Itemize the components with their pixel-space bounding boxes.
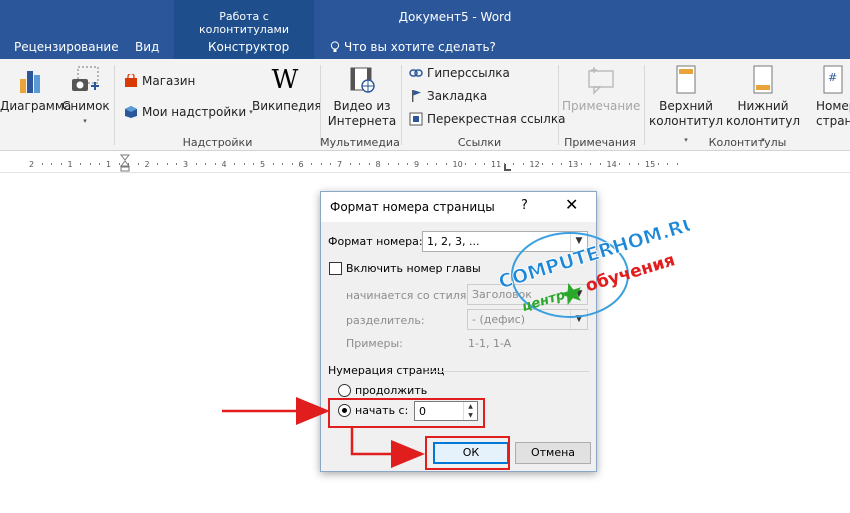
computerhom-logo: COMPUTERHOM.RU центр обучения (496, 220, 690, 318)
arrow-to-start-at-icon (222, 397, 330, 425)
arrow-to-ok-icon (350, 428, 425, 468)
logo-line-2: центр (520, 288, 567, 315)
annotation-arrows (222, 397, 425, 468)
word-window: Документ5 - Word Рецензирование Вид Что … (0, 0, 850, 513)
